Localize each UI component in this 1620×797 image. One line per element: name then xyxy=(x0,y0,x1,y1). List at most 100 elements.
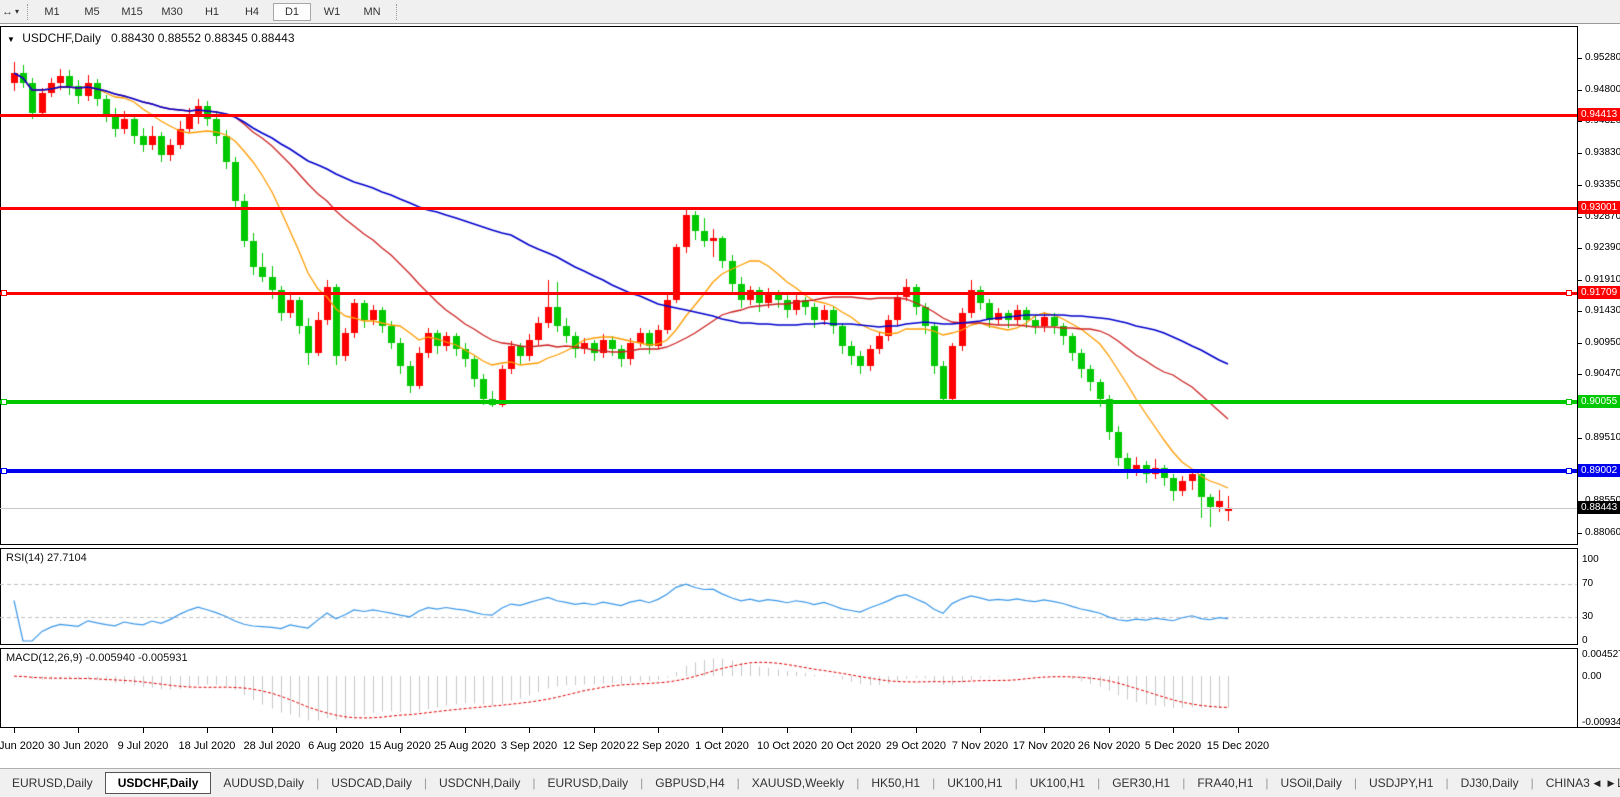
timeframe-button-h4[interactable]: H4 xyxy=(233,3,271,21)
date-tick-mark xyxy=(851,728,852,733)
date-tick-mark xyxy=(143,728,144,733)
price-tick-label: 0.88060 xyxy=(1585,527,1620,538)
chart-tab-usdcnh-daily[interactable]: USDCNH,Daily xyxy=(427,772,532,794)
chart-tab-dj30-daily[interactable]: DJ30,Daily xyxy=(1449,772,1531,794)
chart-tab-ger30-h1[interactable]: GER30,H1 xyxy=(1100,772,1182,794)
line-handle-left[interactable] xyxy=(1,468,7,474)
chart-window: ▼ USDCHF,Daily 0.88430 0.88552 0.88345 0… xyxy=(0,24,1620,768)
date-tick-mark xyxy=(465,728,466,733)
price-tick-mark xyxy=(1578,280,1582,281)
chart-tab-xauusd-weekly[interactable]: XAUUSD,Weekly xyxy=(740,772,856,794)
line-handle-right[interactable] xyxy=(1566,290,1572,296)
timeframe-toolbar: ↔ ▾ M1M5M15M30H1H4D1W1MN xyxy=(0,0,1620,24)
dropdown-caret-icon[interactable]: ▾ xyxy=(15,7,19,16)
toolbar-tool-dropdown[interactable]: ↔ ▾ xyxy=(0,6,23,18)
price-tick-label: 0.92390 xyxy=(1585,242,1620,253)
price-line-badge: 0.93001 xyxy=(1578,201,1620,214)
price-tick-mark xyxy=(1578,153,1582,154)
rsi-axis-label: 100 xyxy=(1582,554,1599,565)
date-tick-mark xyxy=(400,728,401,733)
chart-tab-gbpusd-h4[interactable]: GBPUSD,H4 xyxy=(643,772,736,794)
price-tick-mark xyxy=(1578,121,1582,122)
price-tick-mark xyxy=(1578,185,1582,186)
main-price-chart[interactable] xyxy=(0,27,1577,544)
current-price-line xyxy=(0,508,1577,509)
horizontal-line-0.89002[interactable] xyxy=(0,469,1577,473)
price-tick-label: 0.89510 xyxy=(1585,432,1620,443)
macd-axis-label: 0.00 xyxy=(1582,671,1601,682)
date-tick-mark xyxy=(787,728,788,733)
chart-tab-eurusd-daily[interactable]: EURUSD,Daily xyxy=(0,772,105,794)
chart-tab-hk50-h1[interactable]: HK50,H1 xyxy=(859,772,932,794)
price-line-badge: 0.91709 xyxy=(1578,286,1620,299)
price-tick-label: 0.90950 xyxy=(1585,337,1620,348)
timeframe-button-m1[interactable]: M1 xyxy=(33,3,71,21)
timeframe-button-m15[interactable]: M15 xyxy=(113,3,151,21)
price-tick-label: 0.94800 xyxy=(1585,84,1620,95)
toolbar-grip xyxy=(27,4,28,20)
chart-tab-fra40-h1[interactable]: FRA40,H1 xyxy=(1185,772,1265,794)
rsi-indicator-label: RSI(14) 27.7104 xyxy=(6,552,87,564)
macd-indicator-pane[interactable] xyxy=(0,648,1577,727)
date-tick-mark xyxy=(529,728,530,733)
date-tick-mark xyxy=(78,728,79,733)
line-handle-left[interactable] xyxy=(1,290,7,296)
timeframe-button-h1[interactable]: H1 xyxy=(193,3,231,21)
chart-shift-tool-icon[interactable]: ↔ xyxy=(2,6,13,18)
rsi-axis-label: 70 xyxy=(1582,578,1593,589)
chart-ohlc-values: 0.88430 0.88552 0.88345 0.88443 xyxy=(111,31,295,45)
chart-tab-usdjpy-h1[interactable]: USDJPY,H1 xyxy=(1357,772,1445,794)
rsi-axis-label: 0 xyxy=(1582,635,1588,646)
date-tick-label: 15 Dec 2020 xyxy=(1200,740,1276,752)
tab-scroll-right-icon[interactable]: ▶ xyxy=(1604,778,1618,789)
price-tick-label: 0.90470 xyxy=(1585,368,1620,379)
price-tick-mark xyxy=(1578,311,1582,312)
rsi-axis-label: 30 xyxy=(1582,611,1593,622)
timeframe-button-m5[interactable]: M5 xyxy=(73,3,111,21)
timeframe-button-d1[interactable]: D1 xyxy=(273,3,311,21)
date-tick-mark xyxy=(1109,728,1110,733)
horizontal-line-0.94413[interactable] xyxy=(0,114,1577,117)
chart-tab-usoil-daily[interactable]: USOil,Daily xyxy=(1269,772,1354,794)
timeframe-button-mn[interactable]: MN xyxy=(353,3,391,21)
horizontal-line-0.91709[interactable] xyxy=(0,292,1577,295)
tab-scroll-left-icon[interactable]: ◀ xyxy=(1590,778,1604,789)
pane-separator-macd[interactable] xyxy=(0,644,1578,649)
chart-tab-audusd-daily[interactable]: AUDUSD,Daily xyxy=(211,772,316,794)
price-line-badge: 0.94413 xyxy=(1578,108,1620,121)
chart-tab-usdcad-daily[interactable]: USDCAD,Daily xyxy=(319,772,424,794)
macd-indicator-label: MACD(12,26,9) -0.005940 -0.005931 xyxy=(6,652,188,664)
chart-tab-uk100-h1[interactable]: UK100,H1 xyxy=(1018,772,1097,794)
chart-symbol-label: USDCHF,Daily xyxy=(22,31,101,45)
pane-separator-rsi[interactable] xyxy=(0,544,1578,549)
line-handle-left[interactable] xyxy=(1,399,7,405)
date-tick-mark xyxy=(658,728,659,733)
rsi-indicator-pane[interactable] xyxy=(0,548,1577,644)
date-tick-mark xyxy=(1238,728,1239,733)
macd-axis-label: -0.009348 xyxy=(1582,717,1620,728)
price-tick-mark xyxy=(1578,90,1582,91)
price-tick-label: 0.93350 xyxy=(1585,179,1620,190)
price-tick-mark xyxy=(1578,438,1582,439)
mt4-terminal: { "toolbar": { "left_icon": "chart-shift… xyxy=(0,0,1620,796)
line-handle-right[interactable] xyxy=(1566,468,1572,474)
collapse-triangle-icon[interactable]: ▼ xyxy=(7,35,15,44)
chart-tab-uk100-h1[interactable]: UK100,H1 xyxy=(935,772,1014,794)
timeframe-button-m30[interactable]: M30 xyxy=(153,3,191,21)
horizontal-line-0.90055[interactable] xyxy=(0,400,1577,404)
price-tick-label: 0.93830 xyxy=(1585,147,1620,158)
price-line-badge: 0.89002 xyxy=(1578,464,1620,477)
date-tick-mark xyxy=(980,728,981,733)
line-handle-right[interactable] xyxy=(1566,399,1572,405)
price-tick-label: 0.91910 xyxy=(1585,274,1620,285)
timeframe-button-w1[interactable]: W1 xyxy=(313,3,351,21)
horizontal-line-0.93001[interactable] xyxy=(0,207,1577,210)
current-price-badge: 0.88443 xyxy=(1578,501,1620,514)
chart-title: ▼ USDCHF,Daily 0.88430 0.88552 0.88345 0… xyxy=(7,31,295,45)
date-tick-mark xyxy=(916,728,917,733)
chart-tab-usdchf-daily[interactable]: USDCHF,Daily xyxy=(105,772,212,794)
price-axis-separator xyxy=(1577,26,1578,727)
timeframe-buttons: M1M5M15M30H1H4D1W1MN xyxy=(32,3,392,21)
chart-tab-eurusd-daily[interactable]: EURUSD,Daily xyxy=(535,772,640,794)
price-tick-mark xyxy=(1578,217,1582,218)
